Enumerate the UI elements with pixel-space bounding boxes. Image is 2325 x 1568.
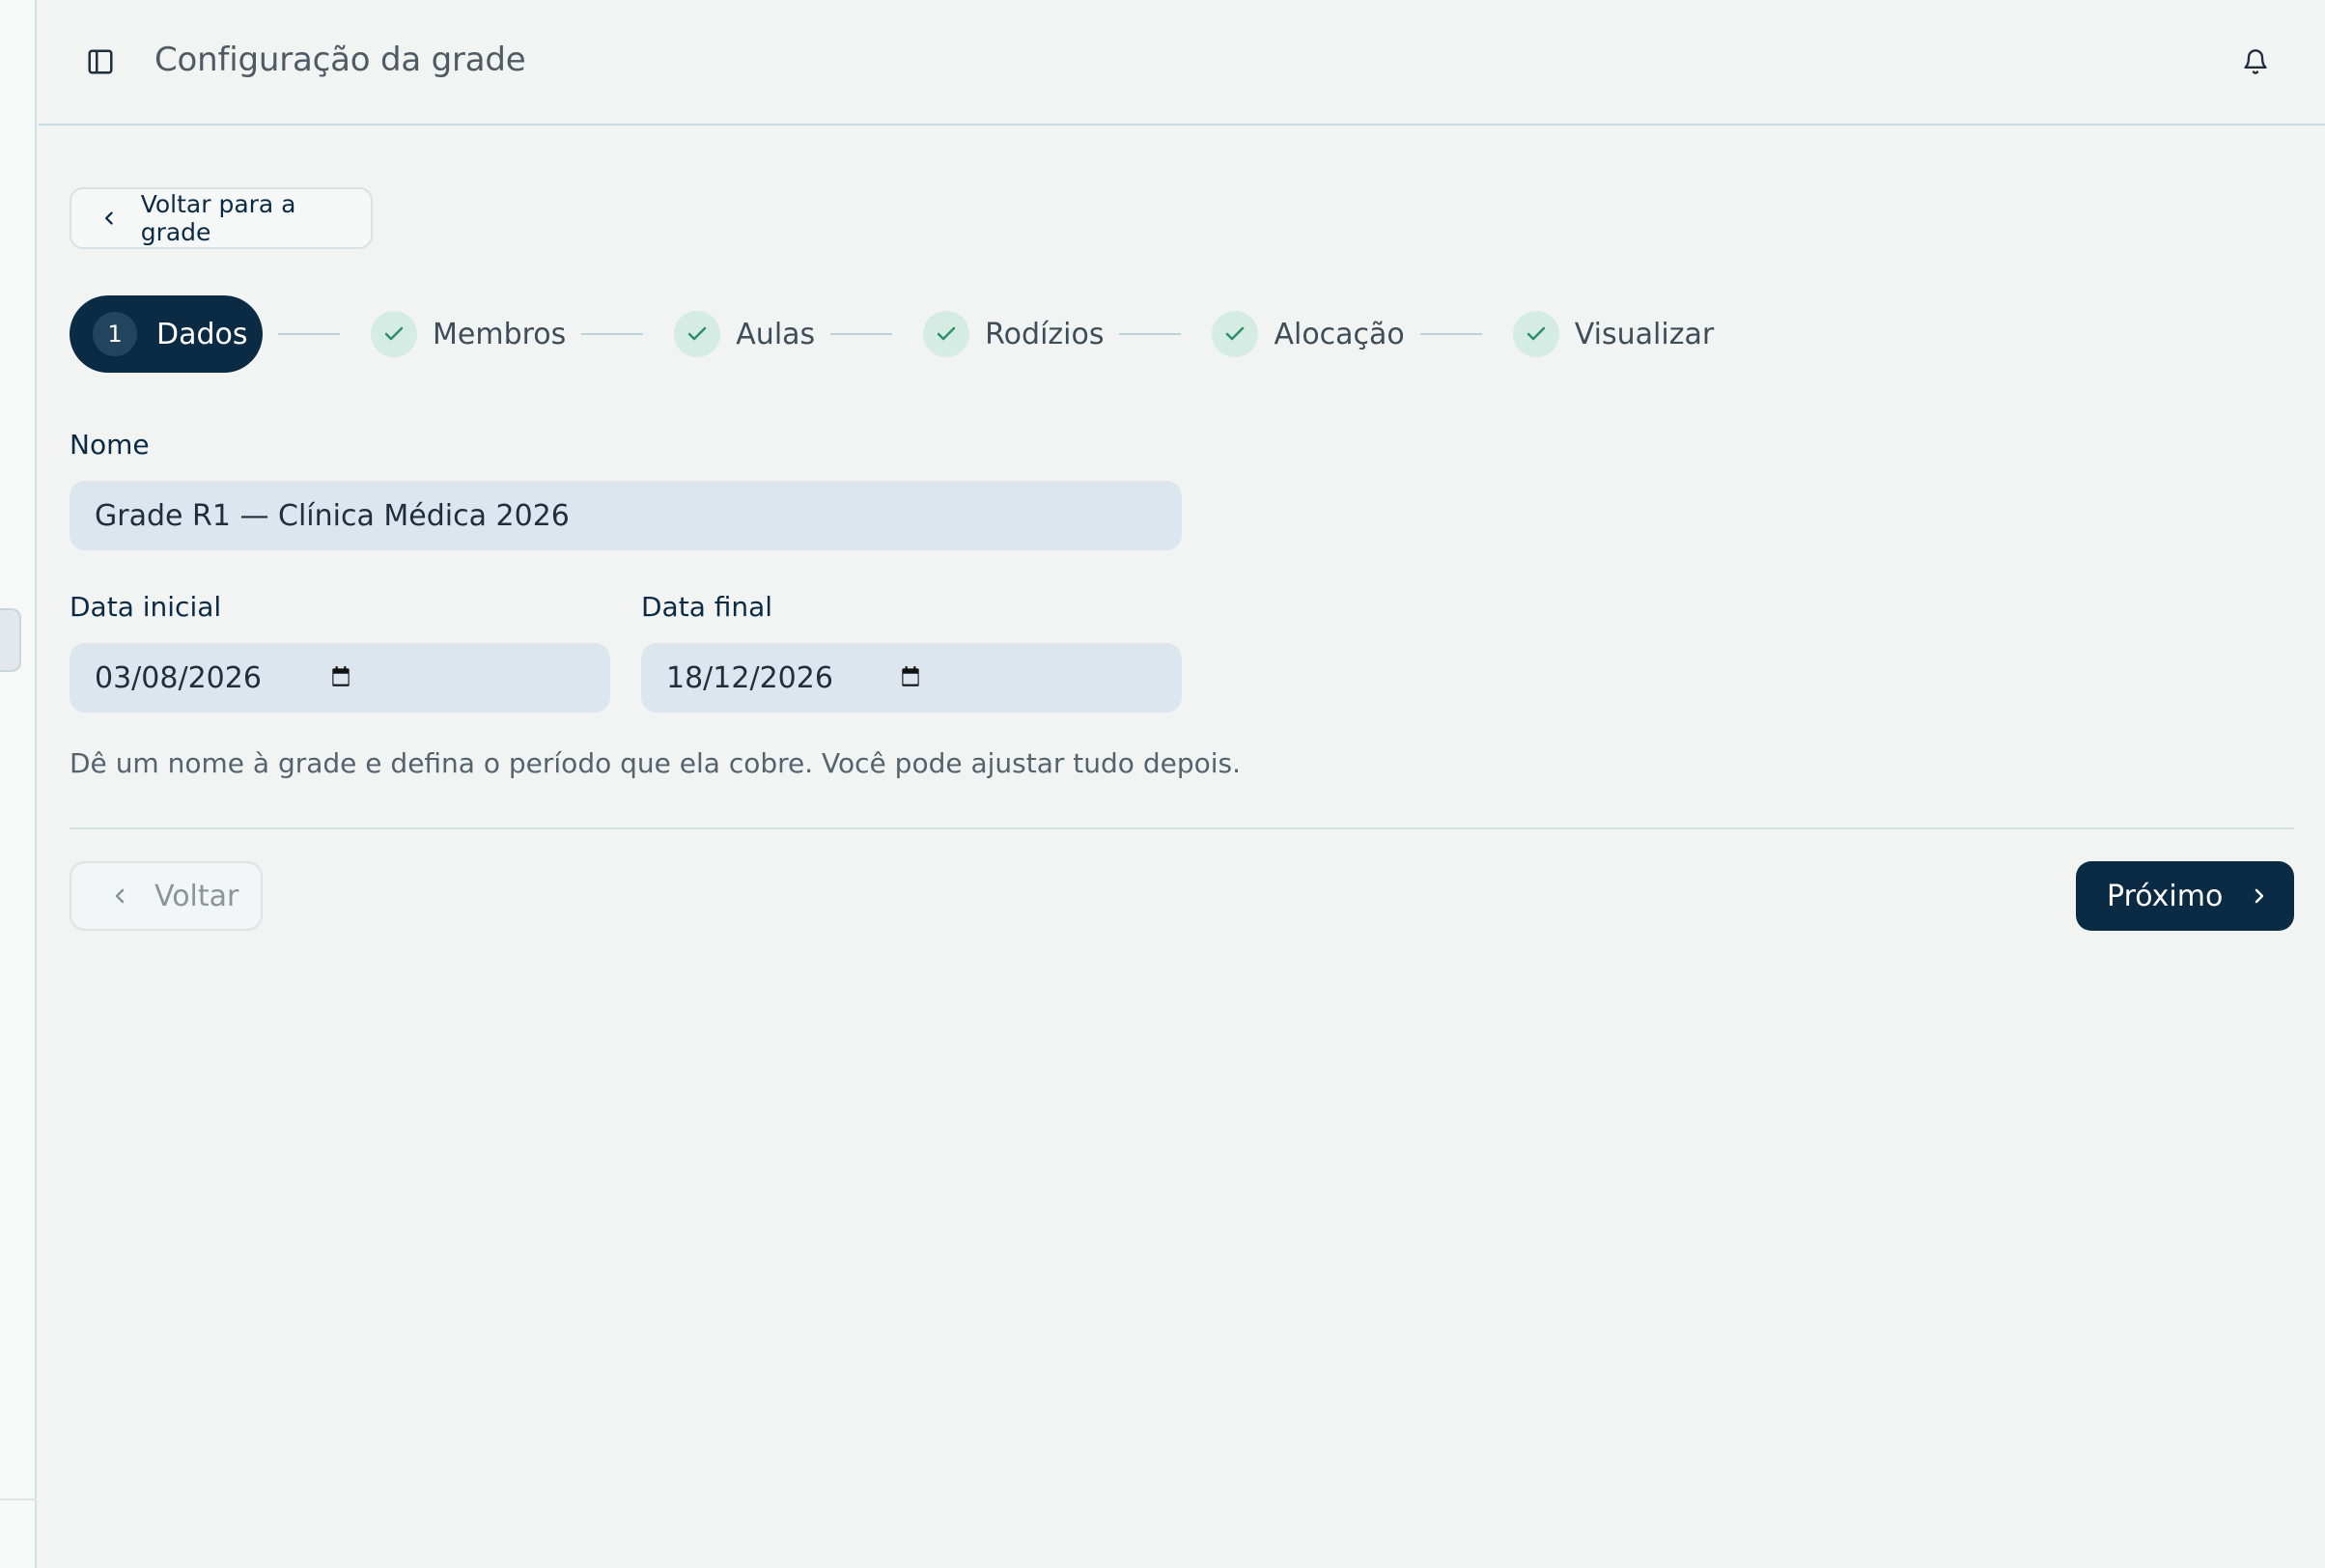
check-icon — [937, 326, 956, 341]
bell-icon — [2244, 49, 2267, 74]
check-icon — [1226, 326, 1245, 341]
sidebar-toggle-icon — [88, 49, 113, 74]
step-complete-badge — [674, 311, 721, 357]
step-rodizios[interactable]: Rodízios — [923, 295, 1104, 373]
name-label: Nome — [70, 429, 150, 461]
step-label: Alocação — [1274, 317, 1405, 351]
notifications-button[interactable] — [2236, 42, 2275, 81]
step-membros[interactable]: Membros — [371, 295, 566, 373]
back-button[interactable]: Voltar — [70, 861, 263, 931]
step-aulas[interactable]: Aulas — [674, 295, 815, 373]
step-label: Dados — [156, 317, 248, 351]
check-icon — [1527, 326, 1546, 341]
name-input-value: Grade R1 — Clínica Médica 2026 — [95, 498, 570, 533]
calendar-icon[interactable] — [328, 664, 353, 689]
calendar-icon[interactable] — [898, 664, 923, 689]
form-hint: Dê um nome à grade e defina o período qu… — [70, 747, 1242, 779]
step-number: 1 — [93, 312, 137, 356]
check-icon — [384, 326, 404, 341]
page-title: Configuração da grade — [154, 41, 526, 79]
step-complete-badge — [371, 311, 417, 357]
end-date-value: 18/12/2026 — [666, 660, 833, 695]
step-complete-badge — [923, 311, 970, 357]
check-icon — [688, 326, 707, 341]
chevron-left-icon — [115, 888, 125, 904]
step-alocacao[interactable]: Alocação — [1212, 295, 1405, 373]
wizard-stepper: 1 Dados Membros Aulas Rodízios Alocação … — [70, 295, 1714, 373]
back-to-grid-label: Voltar para a grade — [140, 190, 296, 246]
start-date-value: 03/08/2026 — [95, 660, 262, 695]
chevron-right-icon — [2255, 888, 2264, 904]
left-sidebar-collapsed — [0, 0, 37, 1568]
step-connector — [1119, 333, 1182, 335]
start-date-label: Data inicial — [70, 591, 222, 623]
step-dados[interactable]: 1 Dados — [70, 295, 263, 373]
end-date-input[interactable]: 18/12/2026 — [641, 643, 1182, 713]
step-label: Aulas — [736, 317, 816, 351]
name-input[interactable]: Grade R1 — Clínica Médica 2026 — [70, 481, 1182, 550]
step-complete-badge — [1512, 311, 1559, 357]
sidebar-footer-divider — [0, 1498, 37, 1500]
step-label: Visualizar — [1574, 317, 1715, 351]
step-label: Rodízios — [985, 317, 1105, 351]
step-connector — [830, 333, 893, 335]
step-connector — [1419, 333, 1482, 335]
next-button[interactable]: Próximo — [2076, 861, 2294, 931]
back-to-grid-button[interactable]: Voltar para a grade — [70, 187, 373, 249]
end-date-label: Data final — [641, 591, 773, 623]
footer-divider — [70, 827, 2294, 829]
step-label: Membros — [433, 317, 567, 351]
sidebar-resize-handle[interactable] — [0, 608, 21, 672]
start-date-input[interactable]: 03/08/2026 — [70, 643, 610, 713]
back-button-label: Voltar — [154, 879, 239, 913]
next-button-label: Próximo — [2107, 879, 2224, 913]
chevron-left-icon — [105, 211, 113, 225]
top-header: Configuração da grade — [39, 0, 2325, 126]
step-connector — [581, 333, 644, 335]
step-complete-badge — [1212, 311, 1259, 357]
sidebar-toggle-button[interactable] — [81, 42, 120, 81]
step-connector — [278, 333, 340, 335]
step-visualizar[interactable]: Visualizar — [1512, 295, 1715, 373]
